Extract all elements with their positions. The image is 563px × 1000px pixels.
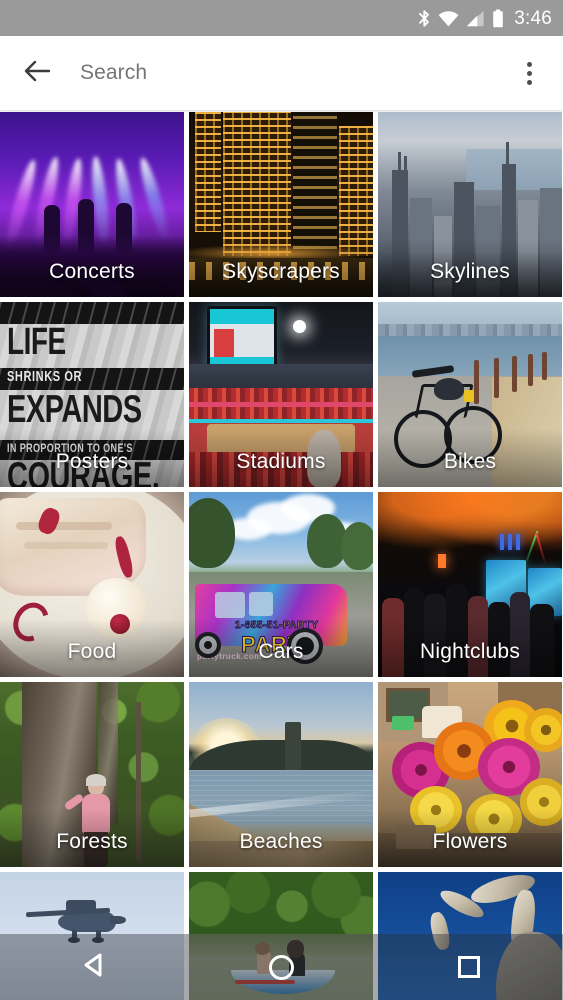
category-tile-concerts[interactable]: Concerts [0,112,184,297]
tile-scrim [189,239,373,297]
nav-back-button[interactable] [0,934,188,1000]
category-tile-bikes[interactable]: Bikes [378,302,562,487]
search-input[interactable] [80,61,505,85]
tile-scrim [0,239,184,297]
category-tile-nightclubs[interactable]: Nightclubs [378,492,562,677]
tile-scrim [0,619,184,677]
battery-icon [492,9,504,28]
status-bar-clock: 3:46 [514,7,552,29]
search-toolbar [0,36,563,110]
tile-scrim [189,619,373,677]
nav-home-button[interactable] [188,934,376,1000]
app-root: 3:46 Search Concerts Skyscrapers Skyline… [0,0,563,1000]
poster-line-3: EXPANDS [7,388,142,432]
cellular-signal-icon [466,10,485,27]
wifi-icon [438,10,459,27]
tile-scrim [378,239,562,297]
nav-home-icon [269,954,294,980]
category-tile-stadiums[interactable]: Stadiums [189,302,373,487]
nav-recents-icon [458,956,481,978]
tile-scrim [378,619,562,677]
overflow-menu-button[interactable] [505,45,553,101]
category-tile-beaches[interactable]: Beaches [189,682,373,867]
category-tile-forests[interactable]: Forests [0,682,184,867]
category-tile-cars[interactable]: 1-855-51-PARTY PARTY partytruck.com Cars [189,492,373,677]
category-tile-posters[interactable]: LIFE SHRINKS OR EXPANDS IN PROPORTION TO… [0,302,184,487]
category-tile-skyscrapers[interactable]: Skyscrapers [189,112,373,297]
bluetooth-icon [418,9,431,28]
more-options-icon [526,61,532,85]
tile-scrim [189,809,373,867]
poster-line-2: SHRINKS OR [7,368,83,386]
nav-recents-button[interactable] [375,934,563,1000]
tile-scrim [0,809,184,867]
nav-back-icon [79,950,109,985]
category-tile-food[interactable]: Food [0,492,184,677]
category-tile-flowers[interactable]: Flowers [378,682,562,867]
poster-line-1: LIFE [7,320,66,363]
tile-scrim [378,809,562,867]
tile-scrim [189,429,373,487]
category-grid: Concerts Skyscrapers Skylines LIFE SHRIN… [0,112,563,1000]
status-bar: 3:46 [0,0,563,36]
android-navigation-bar [0,934,563,1000]
category-tile-skylines[interactable]: Skylines [378,112,562,297]
tile-scrim [0,429,184,487]
back-button[interactable] [9,45,65,101]
back-arrow-icon [23,59,51,88]
search-field-wrapper[interactable] [80,61,505,85]
tile-scrim [378,429,562,487]
